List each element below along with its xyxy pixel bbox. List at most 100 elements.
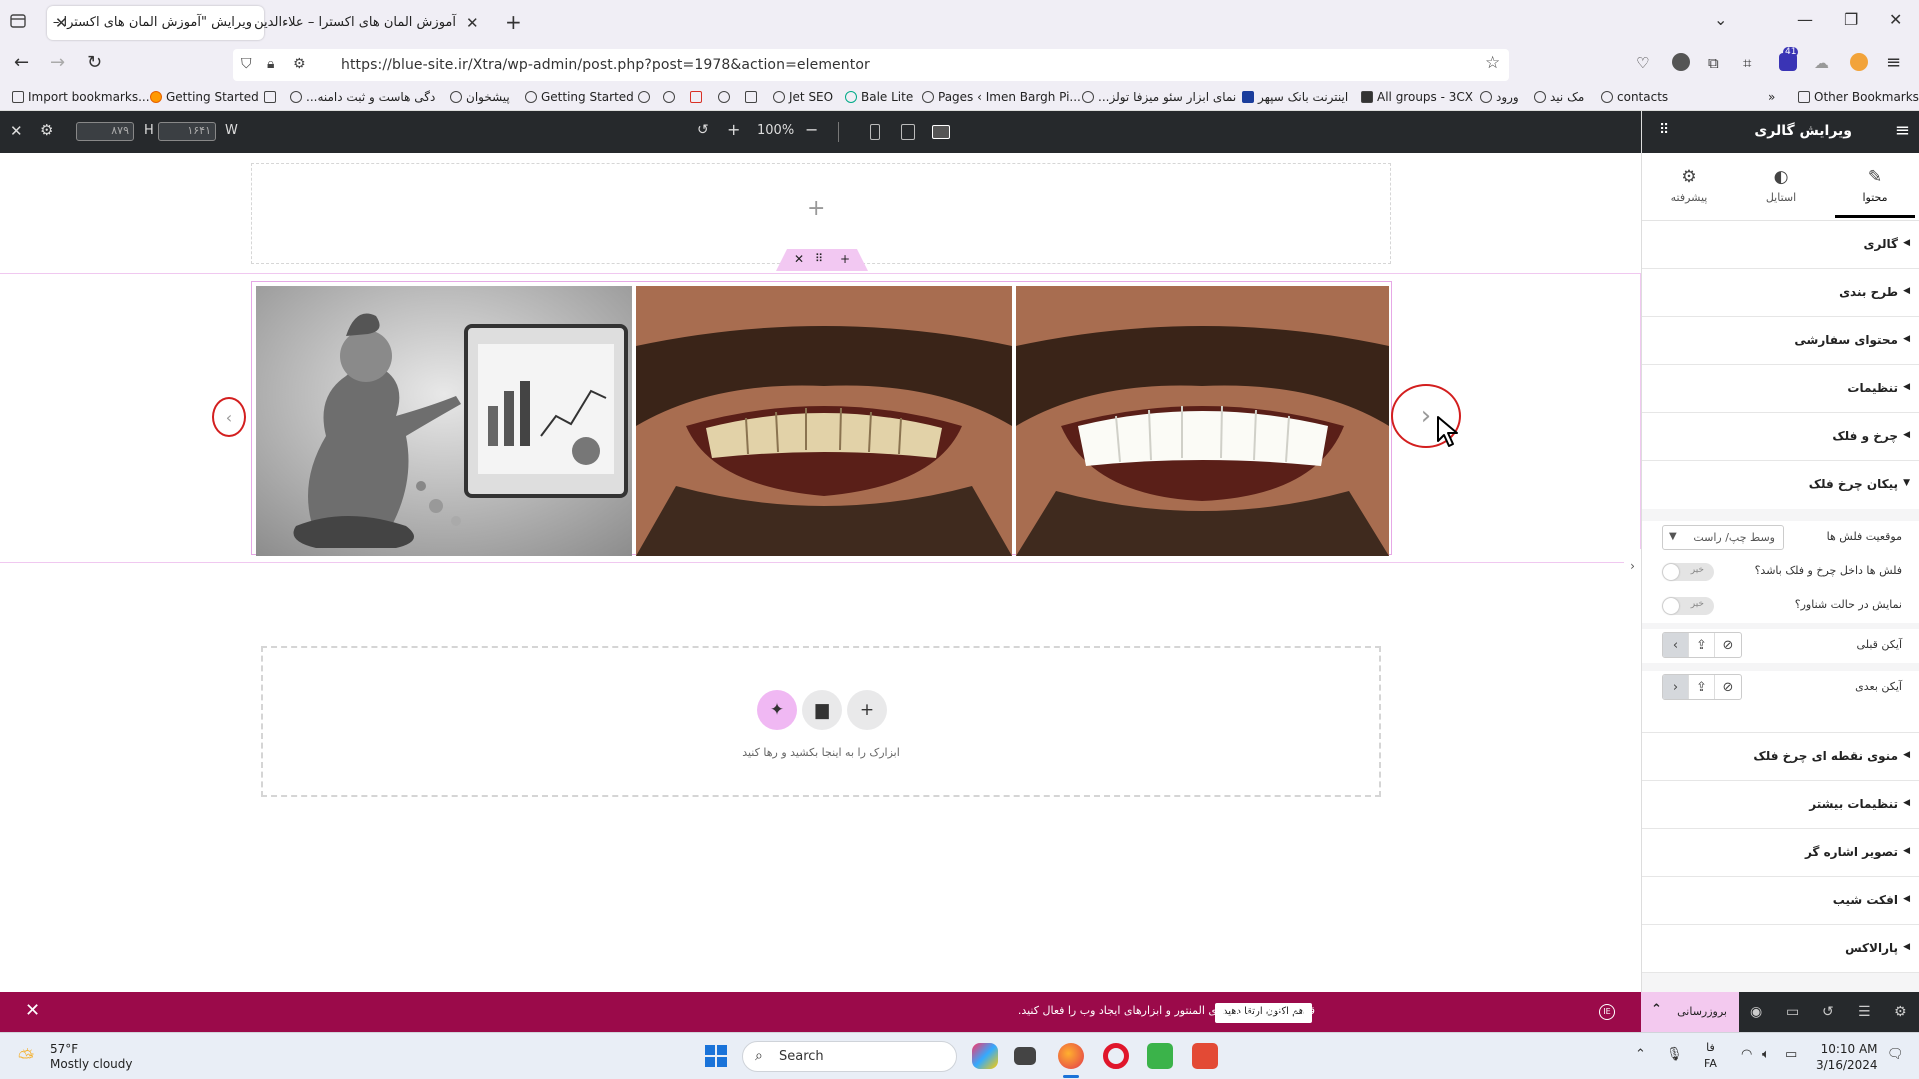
bookmarks-overflow-icon[interactable]: »: [1768, 90, 1775, 104]
width-input[interactable]: ۱۶۴۱: [158, 122, 216, 141]
bookmark-item[interactable]: Getting Started: [525, 90, 634, 104]
camtasia-green-icon[interactable]: [1147, 1043, 1173, 1069]
section-handle[interactable]: ✕ ⠿ +: [776, 249, 868, 271]
close-editor-icon[interactable]: ✕: [10, 122, 23, 140]
forward-icon[interactable]: →: [50, 52, 65, 73]
settings-gear-icon[interactable]: ⚙: [40, 121, 53, 139]
wifi-icon[interactable]: ◠: [1741, 1047, 1752, 1062]
volume-icon[interactable]: 🔈︎: [1762, 1047, 1770, 1062]
bookmark-item[interactable]: پیشخوان: [450, 90, 510, 104]
lock-icon[interactable]: 🔒︎: [267, 56, 274, 72]
section-cursor-image[interactable]: ◀ تصویر اشاره گر: [1642, 829, 1919, 877]
upload-icon[interactable]: ⇪: [1689, 633, 1715, 657]
browser-tab-site[interactable]: ✕ آموزش المان های اکسترا – علاءالدین: [254, 6, 490, 40]
bookmark-item[interactable]: Getting Started: [150, 90, 259, 104]
other-bookmarks[interactable]: Other Bookmarks: [1798, 90, 1919, 104]
arrow-position-select[interactable]: ▼ وسط چپ/ راست: [1662, 525, 1784, 550]
gallery-slide-teeth-before[interactable]: [636, 286, 1012, 556]
add-section-icon[interactable]: +: [807, 196, 825, 221]
mobile-view-icon[interactable]: [870, 124, 880, 140]
tray-overflow-icon[interactable]: ⌃: [1635, 1047, 1646, 1062]
none-icon[interactable]: ⊘: [1715, 633, 1741, 657]
delete-section-icon[interactable]: ✕: [794, 252, 804, 266]
section-settings[interactable]: ◀ تنظیمات: [1642, 365, 1919, 413]
battery-icon[interactable]: ▭: [1785, 1047, 1797, 1062]
bookmark-item[interactable]: All groups - 3CX: [1361, 90, 1473, 104]
back-icon[interactable]: ←: [14, 52, 29, 73]
close-tab-icon[interactable]: ✕: [466, 14, 479, 32]
drag-section-icon[interactable]: ⠿: [815, 252, 823, 265]
arrows-inside-toggle[interactable]: خیر: [1662, 563, 1714, 581]
permissions-icon[interactable]: ⚙: [293, 56, 306, 72]
tab-advanced[interactable]: ⚙ پیشرفته: [1654, 167, 1724, 204]
bookmark-star-icon[interactable]: ☆: [1485, 53, 1500, 73]
url-bar[interactable]: ⛉ 🔒︎ ⚙ https://blue-site.ir/Xtra/wp-admi…: [233, 49, 1509, 81]
bookmark-icon-only[interactable]: [690, 90, 706, 104]
bookmark-item[interactable]: Jet SEO: [773, 90, 833, 104]
windows-start-icon[interactable]: [705, 1045, 727, 1067]
cloud-extension-icon[interactable]: ☁: [1814, 54, 1829, 72]
history-icon[interactable]: ↺: [1822, 1004, 1834, 1020]
taskbar-search[interactable]: ⌕ Search: [742, 1041, 957, 1072]
panel-collapse-toggle[interactable]: ›: [1624, 549, 1641, 583]
section-parallax[interactable]: ◀ پارالاکس: [1642, 925, 1919, 973]
tab-content[interactable]: ✎ محتوا: [1835, 167, 1915, 218]
camtasia-red-icon[interactable]: [1192, 1043, 1218, 1069]
section-carousel[interactable]: ◀ چرخ و فلک: [1642, 413, 1919, 461]
upload-icon[interactable]: ⇪: [1689, 675, 1715, 699]
close-notice-icon[interactable]: ✕: [25, 1000, 40, 1021]
zoom-out-icon[interactable]: −: [805, 120, 818, 139]
gallery-carousel[interactable]: [251, 281, 1392, 556]
shield-icon[interactable]: ⛉: [241, 56, 252, 72]
widgets-grid-icon[interactable]: ⠿: [1659, 122, 1669, 138]
firefox-taskbar-icon[interactable]: [1058, 1043, 1084, 1069]
account-icon[interactable]: [1672, 53, 1690, 71]
notifications-icon[interactable]: 🗨︎: [1887, 1047, 1904, 1062]
add-section-button[interactable]: +: [847, 690, 887, 730]
input-language[interactable]: فا FA: [1704, 1040, 1717, 1072]
browser-tab-editor[interactable]: ✕ ویرایش "آموزش المان های اکسترا –: [47, 6, 264, 40]
gallery-slide-teeth-after[interactable]: [1016, 286, 1389, 556]
tab-list-icon[interactable]: [10, 13, 26, 29]
restore-icon[interactable]: ❐: [1844, 10, 1858, 29]
section-dots[interactable]: ◀ منوی نقطه ای چرخ فلک: [1642, 733, 1919, 781]
settings-icon[interactable]: ⚙: [1894, 1004, 1907, 1020]
reload-icon[interactable]: ↻: [87, 52, 102, 73]
url-text[interactable]: https://blue-site.ir/Xtra/wp-admin/post.…: [341, 57, 870, 73]
system-clock[interactable]: 10:10 AM 3/16/2024: [1816, 1041, 1878, 1073]
bookmark-item[interactable]: ...نمای ابزار سئو میزفا تولز: [1082, 90, 1236, 104]
responsive-mode-icon[interactable]: ▭: [1786, 1004, 1799, 1020]
minimize-icon[interactable]: —: [1797, 10, 1813, 29]
desktop-view-icon[interactable]: [932, 125, 950, 139]
gallery-slide-genie[interactable]: [256, 286, 632, 556]
bookmark-item[interactable]: Bale Lite: [845, 90, 913, 104]
bookmark-item[interactable]: مک نید: [1534, 90, 1584, 104]
section-gallery[interactable]: ◀ گالری: [1642, 221, 1919, 269]
carousel-prev-arrow[interactable]: ‹: [212, 397, 246, 437]
bookmark-icon-only[interactable]: [638, 90, 654, 104]
new-tab-icon[interactable]: +: [505, 10, 522, 34]
none-icon[interactable]: ⊘: [1715, 675, 1741, 699]
tab-dropdown-icon[interactable]: ⌄: [1714, 10, 1727, 29]
ai-sparkle-button[interactable]: ✦: [757, 690, 797, 730]
template-folder-button[interactable]: ▆: [802, 690, 842, 730]
bookmark-item[interactable]: ورود: [1480, 90, 1519, 104]
bookmark-item[interactable]: Pages ‹ Imen Bargh Pi...: [922, 90, 1081, 104]
copilot-icon[interactable]: [972, 1043, 998, 1069]
hamburger-icon[interactable]: ≡: [1895, 120, 1910, 141]
bookmark-item[interactable]: اینترنت بانک سپهر: [1242, 90, 1348, 104]
section-tilt-effect[interactable]: ◀ افکت شیب: [1642, 877, 1919, 925]
tablet-view-icon[interactable]: [901, 124, 915, 140]
bookmark-icon-only[interactable]: [663, 90, 679, 104]
crop-icon[interactable]: ⌗: [1743, 54, 1751, 72]
show-on-hover-toggle[interactable]: خیر: [1662, 597, 1714, 615]
tab-style[interactable]: ◐ استایل: [1746, 167, 1816, 204]
chevron-left-icon[interactable]: ‹: [1663, 633, 1689, 657]
chevron-up-icon[interactable]: ⌃: [1651, 1002, 1662, 1017]
update-button[interactable]: بروزرسانی ⌃: [1641, 992, 1739, 1032]
zoom-in-icon[interactable]: +: [727, 120, 740, 139]
section-custom-content[interactable]: ◀ محتوای سفارشی: [1642, 317, 1919, 365]
chevron-right-icon[interactable]: ›: [1663, 675, 1689, 699]
bookmark-item[interactable]: ...دگی هاست و ثبت دامنه: [290, 90, 435, 104]
height-input[interactable]: ۸۷۹: [76, 122, 134, 141]
